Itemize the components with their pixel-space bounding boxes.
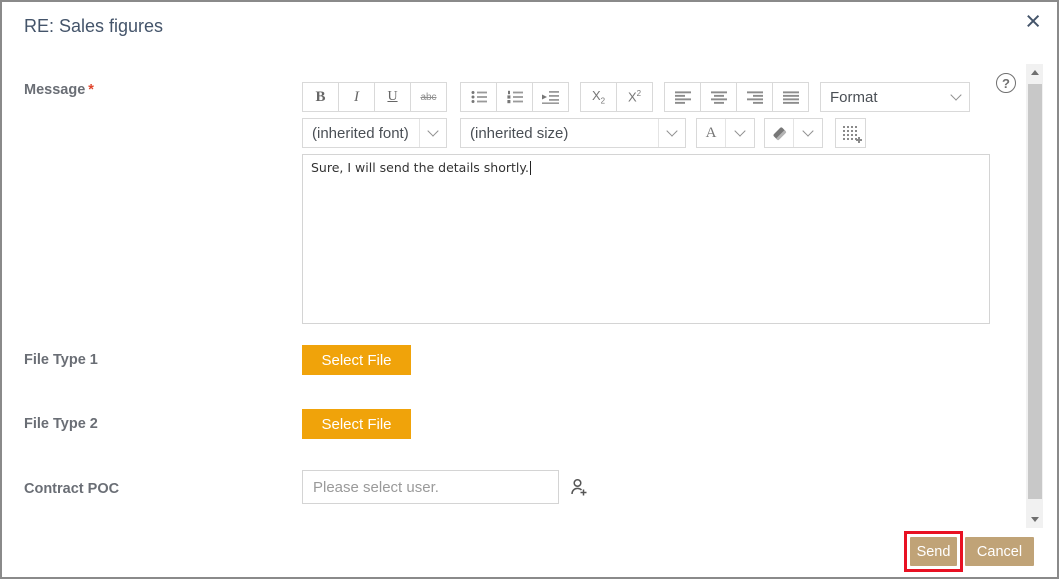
insert-table-group bbox=[835, 118, 866, 148]
indent-button[interactable] bbox=[532, 82, 569, 112]
contract-poc-input[interactable] bbox=[302, 470, 559, 504]
font-color-dropdown[interactable]: A bbox=[696, 118, 755, 148]
bold-icon: B bbox=[315, 89, 325, 106]
font-size-value: (inherited size) bbox=[461, 125, 658, 142]
message-text: Sure, I will send the details shortly. bbox=[311, 160, 529, 175]
message-editor-body[interactable]: Sure, I will send the details shortly. bbox=[302, 154, 990, 324]
font-family-dropdown[interactable]: (inherited font) bbox=[302, 118, 447, 148]
background-color-dropdown[interactable] bbox=[764, 118, 823, 148]
align-center-icon bbox=[711, 91, 727, 104]
vertical-scrollbar[interactable] bbox=[1026, 64, 1043, 528]
font-color-icon: A bbox=[697, 119, 725, 147]
bullet-list-icon bbox=[471, 90, 487, 104]
superscript-icon: X2 bbox=[628, 89, 641, 104]
file-type-1-label: File Type 1 bbox=[24, 352, 98, 368]
scroll-down-icon[interactable] bbox=[1026, 511, 1043, 528]
message-label: Message* bbox=[24, 82, 94, 98]
subscript-icon: X2 bbox=[592, 88, 605, 106]
font-family-value: (inherited font) bbox=[303, 125, 419, 142]
close-icon[interactable]: × bbox=[1025, 8, 1041, 35]
numbered-list-icon bbox=[507, 90, 523, 104]
table-grid-icon bbox=[842, 125, 859, 142]
toolbar-align-group bbox=[664, 82, 809, 112]
toolbar-list-group bbox=[460, 82, 569, 112]
insert-table-button[interactable] bbox=[835, 118, 866, 148]
align-right-button[interactable] bbox=[736, 82, 773, 112]
file-type-2-label: File Type 2 bbox=[24, 416, 98, 432]
italic-icon: I bbox=[354, 89, 359, 106]
reply-dialog: RE: Sales figures × Message* B I U abc bbox=[0, 0, 1059, 579]
scrollbar-thumb[interactable] bbox=[1028, 84, 1042, 499]
chevron-down-icon bbox=[725, 119, 754, 147]
add-user-icon[interactable] bbox=[568, 477, 589, 498]
underline-button[interactable]: U bbox=[374, 82, 411, 112]
align-justify-icon bbox=[783, 91, 799, 104]
align-left-icon bbox=[675, 91, 691, 104]
strikethrough-button[interactable]: abc bbox=[410, 82, 447, 112]
bullet-list-button[interactable] bbox=[460, 82, 497, 112]
select-file-1-button[interactable]: Select File bbox=[302, 345, 411, 375]
toolbar-text-style-group: B I U abc bbox=[302, 82, 447, 112]
send-button[interactable]: Send bbox=[910, 537, 957, 566]
format-dropdown-value: Format bbox=[821, 89, 943, 106]
align-right-icon bbox=[747, 91, 763, 104]
format-dropdown[interactable]: Format bbox=[820, 82, 970, 112]
scroll-up-icon[interactable] bbox=[1026, 64, 1043, 81]
text-cursor bbox=[530, 161, 531, 175]
bold-button[interactable]: B bbox=[302, 82, 339, 112]
required-asterisk: * bbox=[88, 82, 94, 98]
underline-icon: U bbox=[387, 89, 397, 105]
message-label-text: Message bbox=[24, 82, 85, 98]
cancel-button[interactable]: Cancel bbox=[965, 537, 1034, 566]
indent-icon bbox=[542, 90, 559, 104]
align-left-button[interactable] bbox=[664, 82, 701, 112]
superscript-button[interactable]: X2 bbox=[616, 82, 653, 112]
help-icon[interactable]: ? bbox=[996, 73, 1016, 93]
align-justify-button[interactable] bbox=[772, 82, 809, 112]
subscript-button[interactable]: X2 bbox=[580, 82, 617, 112]
strikethrough-icon: abc bbox=[420, 92, 436, 103]
dialog-title: RE: Sales figures bbox=[24, 16, 163, 37]
chevron-down-icon bbox=[943, 83, 969, 111]
toolbar-script-group: X2 X2 bbox=[580, 82, 653, 112]
chevron-down-icon bbox=[658, 119, 685, 147]
numbered-list-button[interactable] bbox=[496, 82, 533, 112]
contract-poc-label: Contract POC bbox=[24, 481, 119, 497]
chevron-down-icon bbox=[419, 119, 446, 147]
select-file-2-button[interactable]: Select File bbox=[302, 409, 411, 439]
background-color-icon bbox=[765, 119, 793, 147]
font-size-dropdown[interactable]: (inherited size) bbox=[460, 118, 686, 148]
italic-button[interactable]: I bbox=[338, 82, 375, 112]
align-center-button[interactable] bbox=[700, 82, 737, 112]
chevron-down-icon bbox=[793, 119, 822, 147]
